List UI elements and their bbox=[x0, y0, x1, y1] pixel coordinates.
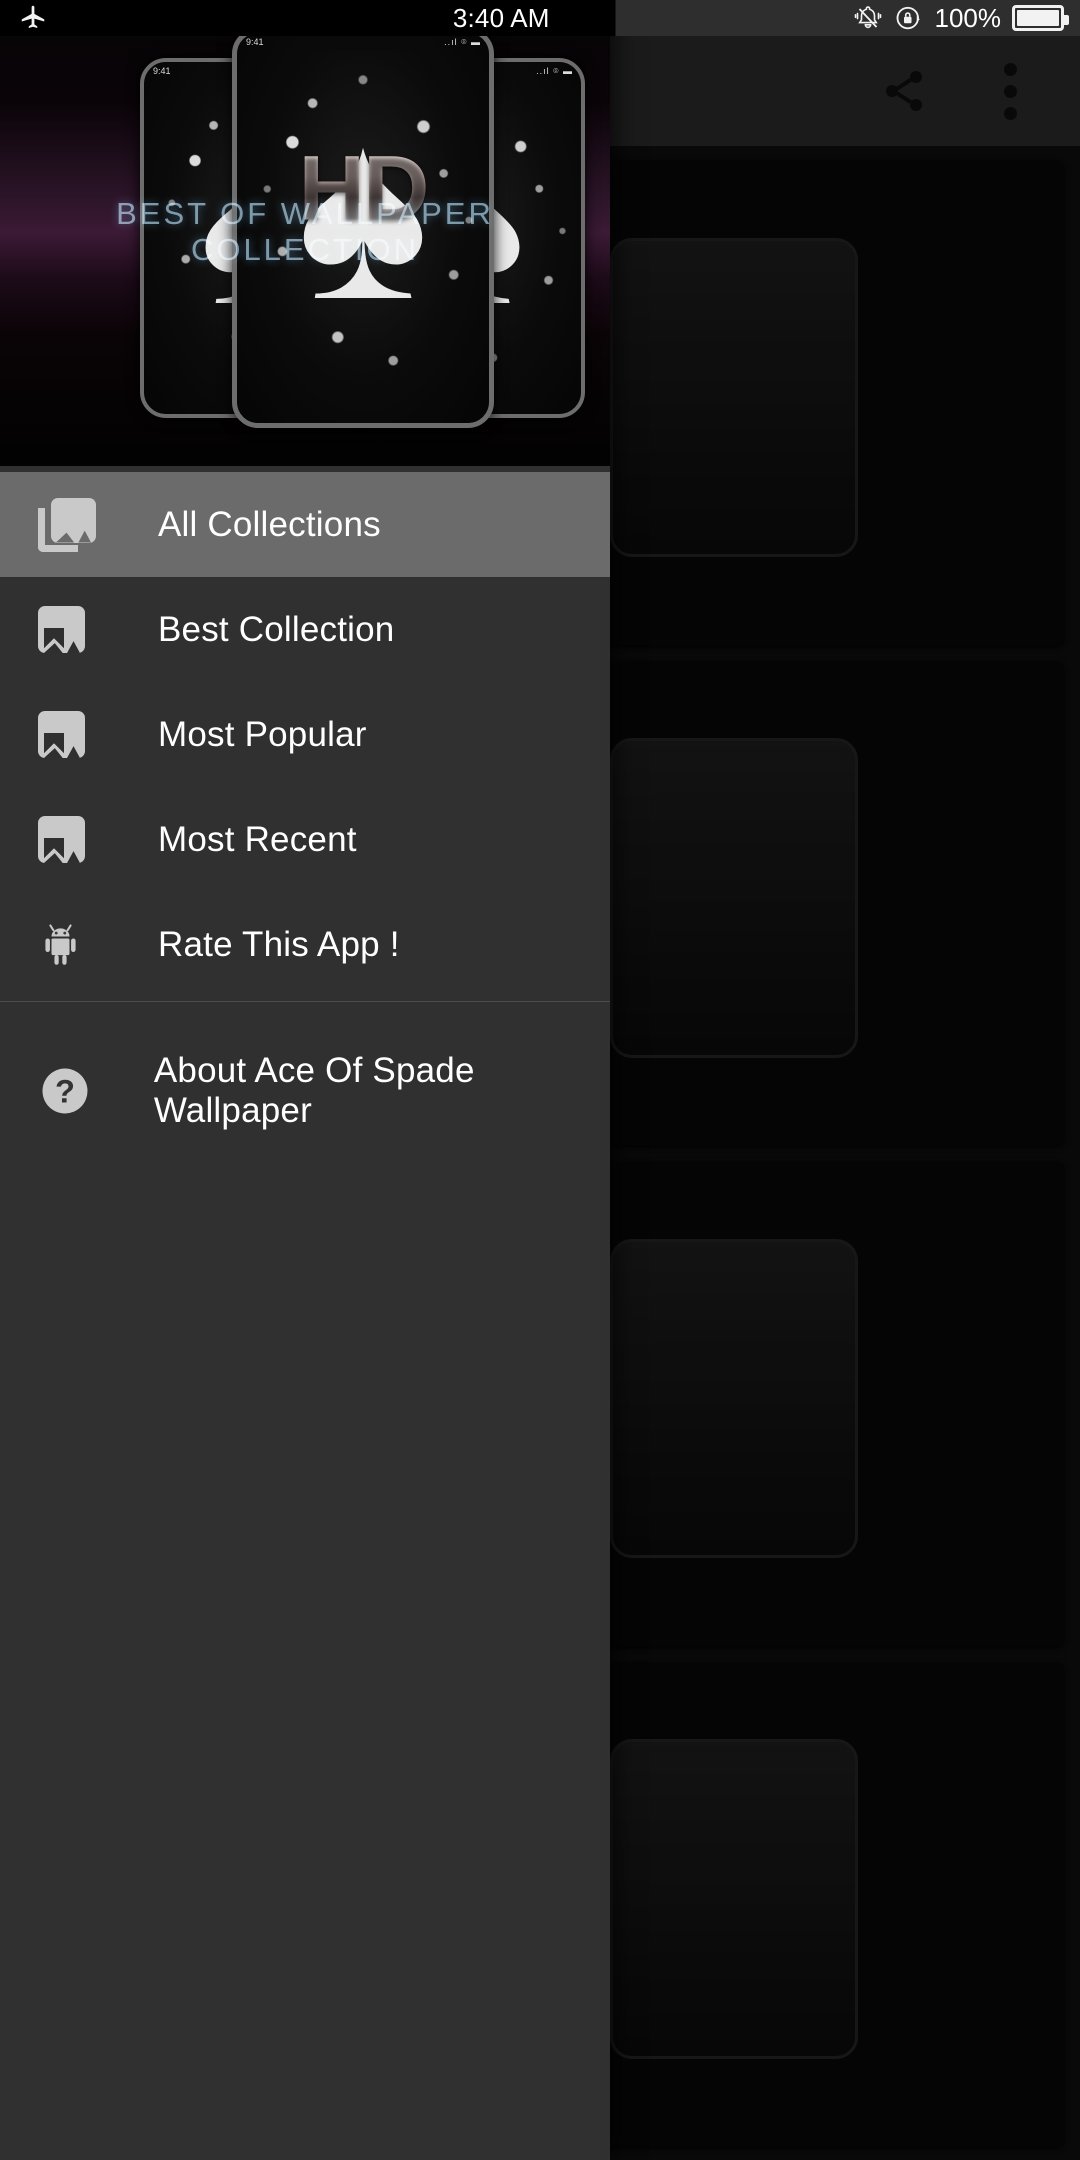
android-robot-icon bbox=[38, 918, 100, 972]
drawer-item-label: All Collections bbox=[158, 504, 381, 544]
drawer-divider bbox=[0, 1001, 610, 1002]
image-icon bbox=[38, 711, 100, 758]
navigation-drawer: 9:41 ..ıl ⌾ ▬ ♠ 9:41 ..ıl ⌾ ▬ ♠ 9:41 ..ı… bbox=[0, 0, 610, 2160]
app-screen: ♠ ♠ ♠ 9:41 ..ıl ⌾ ▬ bbox=[0, 0, 1080, 2160]
promo-phone-time: 9:41 bbox=[153, 66, 171, 76]
vibrate-silent-icon bbox=[854, 6, 881, 29]
status-bar-right: 100% bbox=[853, 3, 1080, 34]
drawer-item-label: Best Collection bbox=[158, 609, 395, 649]
drawer-header-title: BEST OF WALLPAPER COLLECTION bbox=[116, 196, 494, 267]
image-icon bbox=[38, 606, 100, 653]
drawer-item-label: About Ace Of Spade Wallpaper bbox=[153, 1050, 475, 1130]
battery-full-icon bbox=[1012, 5, 1069, 31]
promo-phone-status: ..ıl ⌾ ▬ bbox=[444, 37, 481, 47]
drawer-item-rate-this-app[interactable]: Rate This App ! bbox=[0, 892, 610, 997]
drawer-item-label: Most Popular bbox=[158, 714, 367, 754]
promo-phone-status: ..ıl ⌾ ▬ bbox=[536, 66, 573, 76]
drawer-menu-list: All Collections Best Collection Most Pop… bbox=[0, 466, 610, 2160]
drawer-item-label: Rate This App ! bbox=[158, 924, 400, 964]
image-icon bbox=[38, 816, 100, 863]
drawer-item-all-collections[interactable]: All Collections bbox=[0, 472, 610, 577]
collections-icon bbox=[38, 497, 100, 552]
status-bar-clock: 3:40 AM bbox=[452, 2, 550, 33]
drawer-item-best-collection[interactable]: Best Collection bbox=[0, 577, 610, 682]
drawer-item-about[interactable]: ? About Ace Of Spade Wallpaper bbox=[0, 1038, 610, 1143]
airplane-mode-icon bbox=[21, 5, 45, 28]
status-bar-center: 3:40 AM bbox=[150, 3, 853, 34]
status-bar-left bbox=[0, 3, 150, 33]
help-circle-icon: ? bbox=[38, 1064, 96, 1118]
svg-text:?: ? bbox=[55, 1072, 75, 1109]
battery-percentage: 100% bbox=[934, 2, 1002, 33]
drawer-item-label: Most Recent bbox=[158, 819, 357, 859]
promo-phone-time: 9:41 bbox=[246, 37, 264, 47]
drawer-item-most-popular[interactable]: Most Popular bbox=[0, 682, 610, 787]
drawer-header: 9:41 ..ıl ⌾ ▬ ♠ 9:41 ..ıl ⌾ ▬ ♠ 9:41 ..ı… bbox=[0, 0, 610, 466]
drawer-item-most-recent[interactable]: Most Recent bbox=[0, 787, 610, 892]
status-bar: 3:40 AM 100% bbox=[0, 0, 1080, 36]
rotation-lock-icon bbox=[896, 6, 920, 30]
